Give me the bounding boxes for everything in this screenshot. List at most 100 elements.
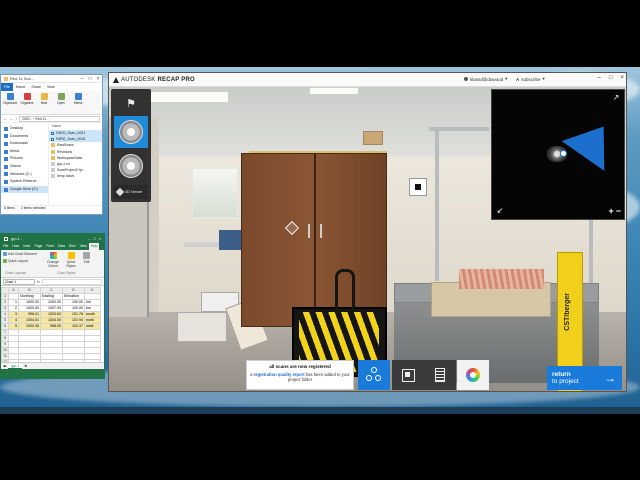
select-icon — [74, 93, 82, 100]
quick-layout-button[interactable]: Quick Layout — [3, 259, 28, 263]
layout-icon — [3, 259, 7, 263]
add-chart-element-button[interactable]: Add Chart Element — [3, 252, 37, 256]
position-marker — [560, 150, 567, 157]
chart-styles-group-label: Chart Styles — [57, 271, 76, 275]
tab-home[interactable]: Hom — [10, 243, 21, 250]
clipboard-report-icon — [435, 368, 445, 382]
up-icon[interactable]: ↑ — [15, 116, 17, 121]
second-scan-button[interactable] — [114, 150, 148, 182]
recap-pro-window[interactable]: AUTODESK RECAP PRO klassd@duwood ▾ A sub… — [108, 72, 627, 392]
select-button[interactable]: Select — [71, 93, 85, 105]
tab-file[interactable]: File — [1, 243, 10, 250]
minimize-button[interactable]: – — [598, 75, 601, 81]
file-explorer-window[interactable]: Red 11 Sca... – □ × File Home Share View… — [0, 74, 103, 215]
zoom-out-button[interactable]: − — [616, 206, 621, 216]
close-button[interactable]: × — [94, 76, 102, 82]
file-icon — [51, 168, 55, 173]
scan-view-button[interactable] — [114, 116, 148, 148]
collapse-icon[interactable]: ↙ — [495, 206, 505, 216]
autodesk-logo-icon — [113, 76, 119, 83]
nav-item-system-reserved[interactable]: System Reserve — [1, 178, 48, 186]
nav-item-videos[interactable]: Videos — [1, 163, 48, 171]
maximize-button[interactable]: □ — [86, 76, 94, 82]
tab-review[interactable]: Revi — [67, 243, 78, 250]
ceiling-light — [309, 87, 359, 95]
back-icon[interactable]: ← — [3, 116, 7, 121]
list-item[interactable]: temp.harvs — [49, 173, 102, 179]
nav-item-documents[interactable]: Documents — [1, 133, 48, 141]
status-bar: 8 items 2 items selected — [1, 205, 102, 211]
tab-page-layout[interactable]: Page — [33, 243, 45, 250]
folder-icon — [4, 76, 8, 81]
chevron-down-icon: ▾ — [505, 76, 508, 81]
quick-styles-button[interactable]: Quick Styles — [64, 252, 78, 268]
table-row: 3 2 1000.00 1007.93 100.00 bm — [1, 305, 101, 312]
add-sheet-icon[interactable]: ⊕ — [24, 364, 27, 368]
tab-view[interactable]: View — [44, 83, 58, 91]
file-list: Name FARO_Scan_0001 FARO_Scan_0016 RawSc… — [49, 123, 102, 205]
tab-view[interactable]: View — [78, 243, 89, 250]
expand-icon[interactable]: ↗ — [611, 93, 621, 103]
zoom-in-button[interactable]: + — [608, 206, 613, 216]
styles-icon — [67, 252, 75, 259]
minimize-button[interactable]: – — [88, 236, 90, 241]
return-to-project-button[interactable]: return to project → — [547, 366, 622, 390]
user-menu[interactable]: klassd@duwood ▾ — [464, 76, 507, 82]
minimize-button[interactable]: – — [78, 76, 86, 82]
spreadsheet-grid[interactable]: A B C D E 1 Northing Easting Elevation 2 1 10… — [1, 287, 104, 372]
sheet-tab[interactable]: grp-1 — [8, 363, 23, 369]
excel-titlebar[interactable]: grp-1 - – □ × — [1, 234, 104, 243]
checkbox-icon[interactable] — [51, 137, 54, 141]
tab-file[interactable]: File — [1, 83, 13, 91]
maximize-button[interactable]: □ — [609, 75, 613, 81]
fx-icon[interactable]: fx — [37, 280, 40, 284]
change-colors-button[interactable]: Change Colors — [45, 252, 61, 268]
clipboard-button[interactable]: Clipboard — [3, 93, 17, 105]
tab-formulas[interactable]: Form — [44, 243, 56, 250]
open-button[interactable]: Open — [54, 93, 68, 105]
sheet-nav-icon[interactable]: ◂▸ — [3, 364, 6, 368]
explorer-title: Red 11 Sca... — [10, 76, 34, 81]
folder-icon — [51, 155, 55, 160]
new-button[interactable]: New — [37, 93, 51, 105]
3d-viewer-button[interactable]: 3D Viewer — [114, 185, 148, 199]
minimap[interactable]: ↗ ↙ + − — [491, 89, 625, 220]
registration-button[interactable] — [358, 360, 390, 390]
close-button[interactable]: × — [620, 75, 624, 81]
subscribe-menu[interactable]: A subscribe ▾ — [516, 76, 545, 82]
color-wheel-icon — [466, 368, 480, 382]
file-icon — [51, 162, 55, 167]
explorer-ribbon: Clipboard Organize New Open Select — [1, 91, 102, 115]
downloads-icon — [4, 141, 8, 146]
forward-icon[interactable]: → — [9, 116, 13, 121]
tab-data[interactable]: Data — [56, 243, 67, 250]
tab-share[interactable]: Share — [28, 83, 44, 91]
nav-item-google-drive[interactable]: Google Drive (G:) — [1, 185, 48, 194]
tab-insert[interactable]: Inser — [21, 243, 32, 250]
maximize-button[interactable]: □ — [93, 236, 95, 241]
box — [363, 131, 383, 145]
tab-help[interactable]: Help — [88, 243, 100, 250]
scan-viewport[interactable]: CST/berger ⚑ 3D Viewer ↗ ↙ + − all scans… — [109, 87, 626, 391]
scan-tool-button[interactable]: ⚑ — [114, 92, 148, 114]
color-mode-button[interactable] — [457, 360, 489, 390]
name-box[interactable]: Chart 1 — [3, 278, 35, 285]
nav-item-windows-c[interactable]: Windows (C:) — [1, 171, 48, 179]
nav-item-music[interactable]: Music — [1, 148, 48, 156]
close-button[interactable]: × — [99, 236, 101, 241]
formula-input[interactable] — [41, 278, 102, 285]
report-button[interactable] — [424, 360, 456, 390]
excel-ribbon: Add Chart Element Quick Layout Change Co… — [1, 250, 104, 278]
checkbox-icon[interactable] — [51, 131, 54, 135]
organize-button[interactable]: Organize — [20, 93, 34, 105]
tab-home[interactable]: Home — [13, 83, 29, 91]
excel-window[interactable]: grp-1 - – □ × File Hom Inser Page Form D… — [0, 233, 105, 379]
scan-map-button[interactable] — [392, 360, 424, 390]
nav-item-downloads[interactable]: Downloads — [1, 140, 48, 148]
save-icon[interactable] — [4, 236, 8, 241]
explorer-titlebar[interactable]: Red 11 Sca... – □ × — [1, 75, 102, 83]
nav-item-desktop[interactable]: Desktop — [1, 125, 48, 133]
nav-item-pictures[interactable]: Pictures — [1, 155, 48, 163]
address-input[interactable]: 2020... › Red 11... — [19, 115, 100, 122]
edit-data-button[interactable]: Edit — [83, 252, 90, 264]
